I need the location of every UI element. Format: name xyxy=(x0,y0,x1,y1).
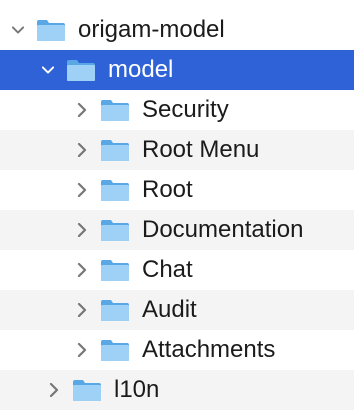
tree-row-attachments[interactable]: Attachments xyxy=(0,330,354,370)
tree-row-label: l10n xyxy=(114,376,160,403)
folder-icon xyxy=(100,298,130,322)
chevron-right-icon[interactable] xyxy=(76,180,88,200)
chevron-down-icon[interactable] xyxy=(12,20,24,40)
chevron-down-icon[interactable] xyxy=(42,60,54,80)
chevron-right-icon[interactable] xyxy=(76,100,88,120)
tree-row-l10n[interactable]: l10n xyxy=(0,370,354,410)
tree-row-model[interactable]: model xyxy=(0,50,354,90)
tree-row-audit[interactable]: Audit xyxy=(0,290,354,330)
chevron-right-icon[interactable] xyxy=(76,300,88,320)
tree-row-label: Audit xyxy=(142,296,197,323)
file-tree: origam-model model Security Root Menu Ro… xyxy=(0,0,354,410)
folder-icon xyxy=(100,178,130,202)
tree-row-origam-model[interactable]: origam-model xyxy=(0,10,354,50)
tree-row-label: model xyxy=(108,56,174,83)
tree-row-chat[interactable]: Chat xyxy=(0,250,354,290)
chevron-right-icon[interactable] xyxy=(48,380,60,400)
chevron-right-icon[interactable] xyxy=(76,140,88,160)
folder-icon xyxy=(72,378,102,402)
folder-icon xyxy=(100,258,130,282)
folder-icon xyxy=(100,218,130,242)
folder-icon xyxy=(100,98,130,122)
folder-icon xyxy=(66,58,96,82)
folder-icon xyxy=(100,138,130,162)
folder-icon xyxy=(36,18,66,42)
tree-row-label: Attachments xyxy=(142,336,276,363)
tree-row-label: origam-model xyxy=(78,16,225,43)
folder-icon xyxy=(100,338,130,362)
chevron-right-icon[interactable] xyxy=(76,220,88,240)
tree-row-label: Security xyxy=(142,96,229,123)
chevron-right-icon[interactable] xyxy=(76,340,88,360)
tree-row-documentation[interactable]: Documentation xyxy=(0,210,354,250)
tree-row-label: Chat xyxy=(142,256,193,283)
tree-row-label: Root xyxy=(142,176,193,203)
tree-row-security[interactable]: Security xyxy=(0,90,354,130)
tree-row-root[interactable]: Root xyxy=(0,170,354,210)
tree-row-label: Root Menu xyxy=(142,136,260,163)
tree-row-root-menu[interactable]: Root Menu xyxy=(0,130,354,170)
tree-row-label: Documentation xyxy=(142,216,304,243)
chevron-right-icon[interactable] xyxy=(76,260,88,280)
